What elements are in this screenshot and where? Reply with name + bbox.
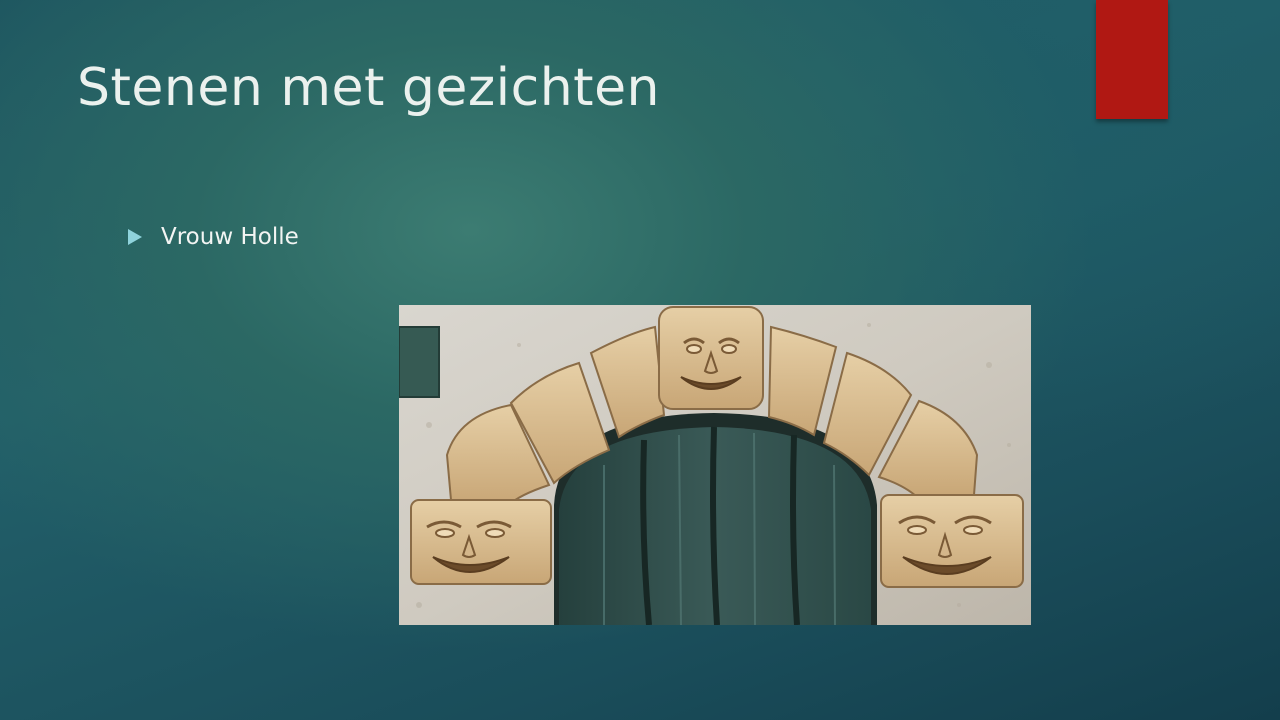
arch-photo[interactable] (399, 305, 1031, 625)
green-shutter (399, 327, 439, 397)
keystone-face (658, 306, 764, 410)
bullet-text: Vrouw Holle (161, 224, 299, 250)
accent-tab (1096, 0, 1168, 119)
triangle-bullet-icon (128, 229, 142, 245)
left-face-stone (410, 499, 552, 585)
slide: Stenen met gezichten Vrouw Holle (0, 0, 1280, 720)
bullet-list: Vrouw Holle (125, 220, 299, 254)
right-face-stone (880, 494, 1024, 588)
slide-title[interactable]: Stenen met gezichten (77, 52, 660, 124)
list-item[interactable]: Vrouw Holle (125, 220, 299, 254)
